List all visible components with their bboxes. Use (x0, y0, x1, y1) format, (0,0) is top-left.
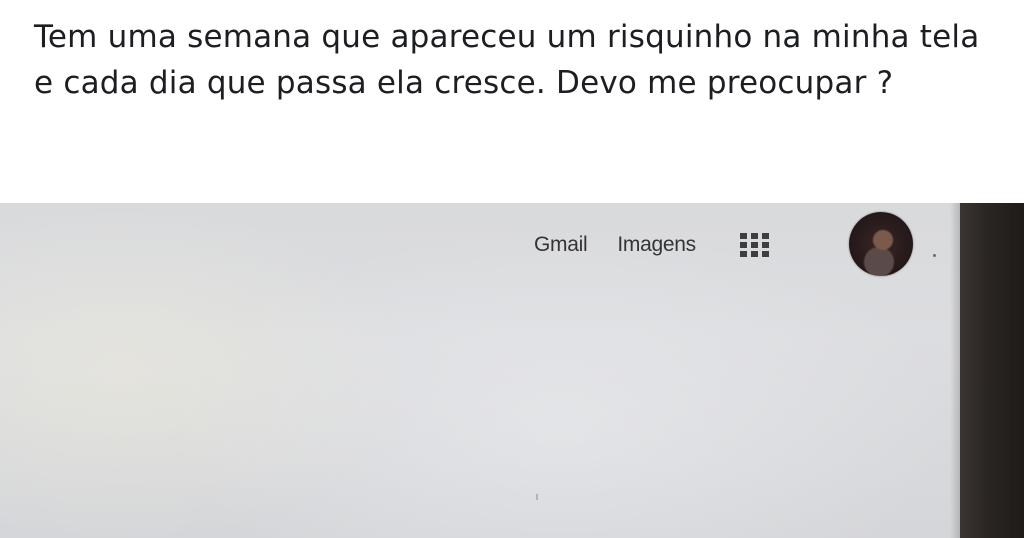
monitor-bezel (960, 203, 1024, 538)
images-link[interactable]: Imagens (617, 233, 696, 257)
apps-grid-dot (761, 242, 769, 248)
apps-grid-icon[interactable] (739, 227, 772, 263)
google-top-bar: Gmail Imagens (530, 225, 772, 265)
apps-grid-dot (750, 233, 758, 239)
apps-grid-dot (739, 242, 747, 248)
apps-grid-dot (750, 242, 758, 248)
screen-edge-shadow (950, 203, 960, 538)
apps-grid-dot (739, 251, 747, 257)
post-caption: Tem uma semana que apareceu um risquinho… (34, 19, 980, 101)
apps-grid-dot (750, 251, 758, 257)
apps-grid-dot (761, 233, 769, 239)
gmail-link[interactable]: Gmail (534, 233, 588, 257)
account-avatar[interactable] (849, 212, 913, 276)
screen-scratch (536, 494, 538, 500)
apps-grid-dot (739, 233, 747, 239)
screen-speck (933, 254, 936, 257)
apps-grid-dot (761, 251, 769, 257)
screen-photo: Gmail Imagens (0, 203, 1024, 538)
